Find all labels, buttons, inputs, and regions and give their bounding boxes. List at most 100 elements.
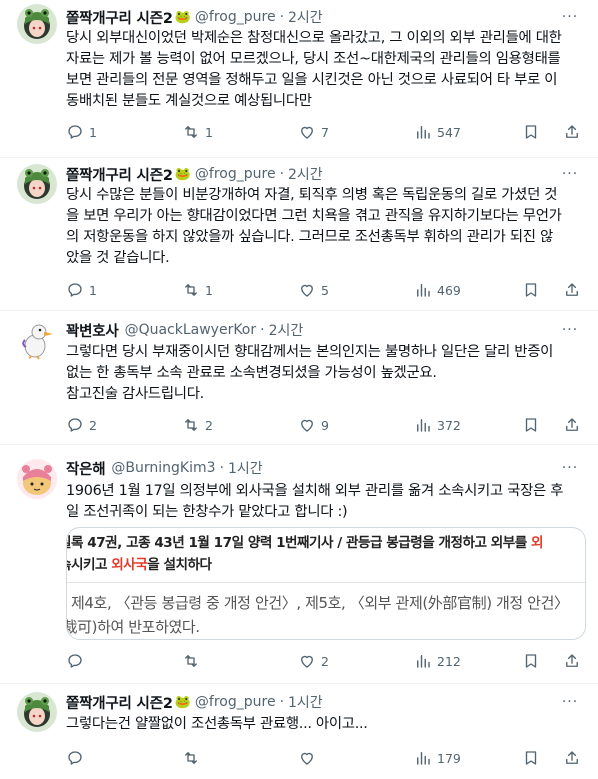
handle[interactable]: @BurningKim3 <box>111 460 215 476</box>
retweet-count: 1 <box>205 282 213 298</box>
timestamp[interactable]: 1시간 <box>228 458 263 478</box>
views-button[interactable]: 469 <box>414 280 461 300</box>
reply-button[interactable]: 2 <box>66 415 97 435</box>
retweet-icon <box>185 419 197 431</box>
frog-emoji: 🐸 <box>174 694 191 710</box>
share-button[interactable] <box>563 280 581 300</box>
share-button[interactable] <box>563 748 581 768</box>
retweet-button[interactable]: 1 <box>182 280 213 300</box>
retweet-button[interactable]: 1 <box>182 122 213 142</box>
views-count: 212 <box>437 653 461 669</box>
reply-icon <box>68 283 82 297</box>
bookmark-button[interactable] <box>522 651 540 671</box>
reply-icon <box>68 751 82 765</box>
tweet-header: 쫄짝개구리 시즌2 🐸 @frog_pure · 2시간 <box>66 164 558 184</box>
more-icon[interactable]: ··· <box>560 320 580 340</box>
tweet-header: 꽉변호사 @QuackLawyerKor · 2시간 <box>66 320 558 340</box>
avatar[interactable] <box>17 320 57 360</box>
more-icon[interactable]: ··· <box>560 692 580 712</box>
display-name[interactable]: 쫄짝개구리 시즌2 <box>66 692 173 713</box>
avatar[interactable] <box>17 459 57 499</box>
more-icon[interactable]: ··· <box>560 458 580 478</box>
tweet-text-line: 참고진술 감사드립니다. <box>66 386 204 402</box>
views-button[interactable]: 547 <box>414 122 461 142</box>
timestamp[interactable]: 2시간 <box>288 164 323 184</box>
separator-dot: · <box>219 460 224 476</box>
retweet-button[interactable]: 2 <box>182 415 213 435</box>
timestamp[interactable]: 2시간 <box>269 320 304 340</box>
avatar[interactable] <box>17 692 57 732</box>
tweet[interactable]: 쫄짝개구리 시즌2 🐸 @frog_pure · 1시간 ··· 그렇다는건 얄… <box>0 684 598 779</box>
quoted-headline-line: 소속시키고 <box>67 557 108 573</box>
display-name[interactable]: 쫄짝개구리 시즌2 <box>66 164 173 185</box>
handle[interactable]: @QuackLawyerKor <box>125 322 257 338</box>
reply-button[interactable]: 1 <box>66 280 97 300</box>
bookmark-icon <box>525 283 537 297</box>
tweet[interactable]: 쫄짝개구리 시즌2 🐸 @frog_pure · 2시간 ··· 당시 외부대신… <box>0 0 598 158</box>
like-button[interactable]: 9 <box>298 415 329 435</box>
tweet[interactable]: 쫄짝개구리 시즌2 🐸 @frog_pure · 2시간 ··· 당시 수많은 … <box>0 158 598 311</box>
tweet-text-line: 았을 것 같습니다. <box>66 250 170 266</box>
tweet-text-line: 그렇다면 당시 부재중이시던 향대감께서는 본의인지는 불명하나 일단은 달리 … <box>66 344 554 360</box>
tweet[interactable]: 작은해 @BurningKim3 · 1시간 ··· 1906년 1월 17일 … <box>0 445 598 684</box>
timestamp[interactable]: 1시간 <box>288 692 323 712</box>
like-button[interactable]: 5 <box>298 280 329 300</box>
views-button[interactable]: 179 <box>414 748 461 768</box>
bookmark-icon <box>525 751 537 765</box>
share-button[interactable] <box>563 651 581 671</box>
display-name[interactable]: 꽉변호사 <box>66 320 119 341</box>
like-button[interactable]: 7 <box>298 122 329 142</box>
avatar[interactable] <box>17 164 57 204</box>
tweet-text-line: 1906년 1월 17일 의정부에 외사국을 설치해 외부 관리를 옮겨 소속시… <box>66 483 564 499</box>
bookmark-button[interactable] <box>522 280 540 300</box>
share-icon <box>566 751 578 764</box>
tweet-header: 쫄짝개구리 시즌2 🐸 @frog_pure · 2시간 <box>66 7 558 27</box>
handle[interactable]: @frog_pure <box>195 9 276 25</box>
handle[interactable]: @frog_pure <box>195 694 276 710</box>
like-icon <box>301 655 313 668</box>
quoted-highlight: 외사국 <box>111 557 148 573</box>
timestamp[interactable]: 2시간 <box>288 7 323 27</box>
like-count: 5 <box>321 282 329 298</box>
views-count: 547 <box>437 124 461 140</box>
quoted-highlight: 외 <box>531 535 544 551</box>
share-button[interactable] <box>563 122 581 142</box>
quoted-headline-line: 종실록 47권, 고종 43년 1월 17일 양력 1번째기사 / 관등급 봉급… <box>66 535 532 551</box>
views-icon <box>417 284 430 297</box>
share-icon <box>566 654 578 667</box>
display-name[interactable]: 쫄짝개구리 시즌2 <box>66 7 173 28</box>
more-icon[interactable]: ··· <box>560 164 580 184</box>
share-button[interactable] <box>563 415 581 435</box>
like-icon <box>301 126 313 139</box>
quoted-headline: 종실록 47권, 고종 43년 1월 17일 양력 1번째기사 / 관등급 봉급… <box>66 528 585 576</box>
frog-emoji: 🐸 <box>174 166 191 182</box>
handle[interactable]: @frog_pure <box>195 166 276 182</box>
tweet[interactable]: 꽉변호사 @QuackLawyerKor · 2시간 ··· 그렇다면 당시 부… <box>0 311 598 445</box>
tweet-text-line: 보면 관리들의 전문 영역을 정해두고 일을 시킨것은 아닌 것으로 사료되어 … <box>66 72 558 88</box>
bookmark-button[interactable] <box>522 748 540 768</box>
bookmark-button[interactable] <box>522 415 540 435</box>
quoted-media-card[interactable]: 종실록 47권, 고종 43년 1월 17일 양력 1번째기사 / 관등급 봉급… <box>66 527 586 640</box>
like-button[interactable]: 2 <box>298 651 329 671</box>
like-count: 2 <box>321 653 329 669</box>
reply-icon <box>68 418 82 432</box>
like-button[interactable] <box>298 748 321 768</box>
reply-button[interactable] <box>66 651 89 671</box>
display-name[interactable]: 작은해 <box>66 458 106 479</box>
tweet-text: 당시 외부대신이었던 박제순은 참정대신으로 올라갔고, 그 이외의 외부 관리… <box>66 28 584 112</box>
views-button[interactable]: 212 <box>414 651 461 671</box>
retweet-button[interactable] <box>182 748 205 768</box>
more-icon[interactable]: ··· <box>560 7 580 27</box>
bookmark-button[interactable] <box>522 122 540 142</box>
reply-button[interactable] <box>66 748 89 768</box>
share-icon <box>566 283 578 296</box>
share-icon <box>566 125 578 138</box>
views-count: 179 <box>437 750 461 766</box>
bookmark-icon <box>525 418 537 432</box>
tweet-text: 1906년 1월 17일 의정부에 외사국을 설치해 외부 관리를 옮겨 소속시… <box>66 481 584 523</box>
views-button[interactable]: 372 <box>414 415 461 435</box>
avatar[interactable] <box>17 4 57 44</box>
retweet-button[interactable] <box>182 651 205 671</box>
tweet-text-line: 당시 수많은 분들이 비분강개하여 자결, 퇴직후 의병 혹은 독립운동의 길로… <box>66 187 558 203</box>
reply-button[interactable]: 1 <box>66 122 97 142</box>
